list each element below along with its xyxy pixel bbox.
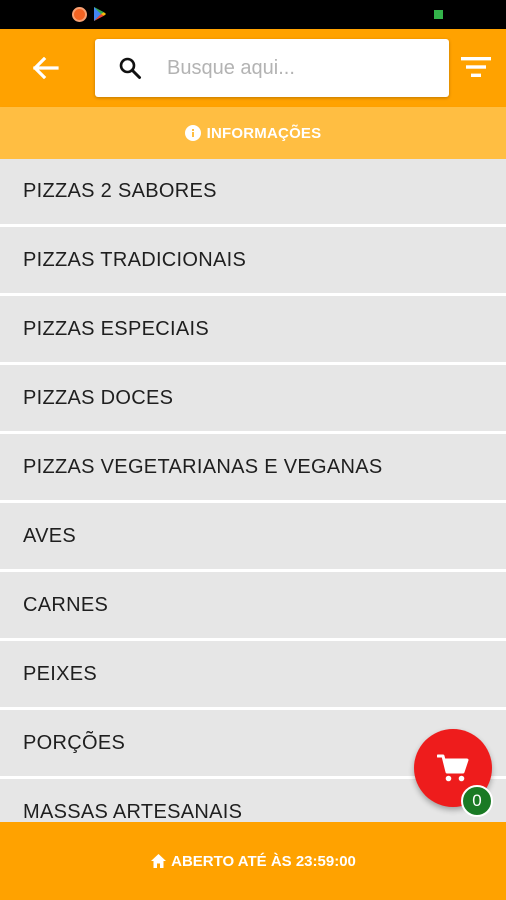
- app-bar: [0, 29, 506, 107]
- open-hours-label: ABERTO ATÉ ÀS 23:59:00: [171, 852, 356, 870]
- category-label: PIZZAS VEGETARIANAS E VEGANAS: [23, 455, 383, 478]
- cart-count-badge: 0: [461, 785, 493, 817]
- back-button[interactable]: [26, 49, 66, 87]
- category-label: MASSAS ARTESANAIS: [23, 800, 243, 823]
- filter-button[interactable]: [458, 51, 494, 83]
- battery-icon: [434, 10, 443, 19]
- category-item-carnes[interactable]: CARNES: [0, 572, 506, 638]
- category-label: CARNES: [23, 593, 109, 616]
- filter-icon: [461, 57, 491, 77]
- category-label: PIZZAS ESPECIAIS: [23, 317, 209, 340]
- search-box[interactable]: [95, 39, 449, 97]
- home-icon: [151, 854, 167, 868]
- search-icon: [115, 53, 145, 83]
- category-label: AVES: [23, 524, 77, 547]
- category-item-peixes[interactable]: PEIXES: [0, 641, 506, 707]
- category-item-aves[interactable]: AVES: [0, 503, 506, 569]
- arrow-left-icon: [33, 57, 59, 79]
- search-input[interactable]: [167, 56, 427, 80]
- category-item-pizzas-tradicionais[interactable]: PIZZAS TRADICIONAIS: [0, 227, 506, 293]
- info-icon: [184, 125, 201, 141]
- category-label: PIZZAS 2 SABORES: [23, 180, 217, 202]
- bottom-bar: ABERTO ATÉ ÀS 23:59:00: [0, 822, 506, 900]
- category-label: PEIXES: [23, 662, 98, 685]
- category-item-pizzas-vegetarianas-e-veganas[interactable]: PIZZAS VEGETARIANAS E VEGANAS: [0, 434, 506, 500]
- category-item-pizzas-doces[interactable]: PIZZAS DOCES: [0, 365, 506, 431]
- status-icons: [72, 6, 107, 22]
- notification-app-icon: [72, 6, 87, 22]
- category-item-pizzas-2-sabores[interactable]: PIZZAS 2 SABORES: [0, 159, 506, 224]
- category-item-pizzas-especiais[interactable]: PIZZAS ESPECIAIS: [0, 296, 506, 362]
- info-bar[interactable]: INFORMAÇÕES: [0, 107, 506, 159]
- category-label: PORÇÕES: [23, 731, 126, 754]
- category-label: PIZZAS DOCES: [23, 386, 174, 409]
- category-label: PIZZAS TRADICIONAIS: [23, 248, 247, 271]
- status-bar: [0, 0, 506, 29]
- cart-icon: [437, 754, 469, 782]
- play-store-icon: [94, 7, 106, 21]
- info-label: INFORMAÇÕES: [206, 124, 322, 142]
